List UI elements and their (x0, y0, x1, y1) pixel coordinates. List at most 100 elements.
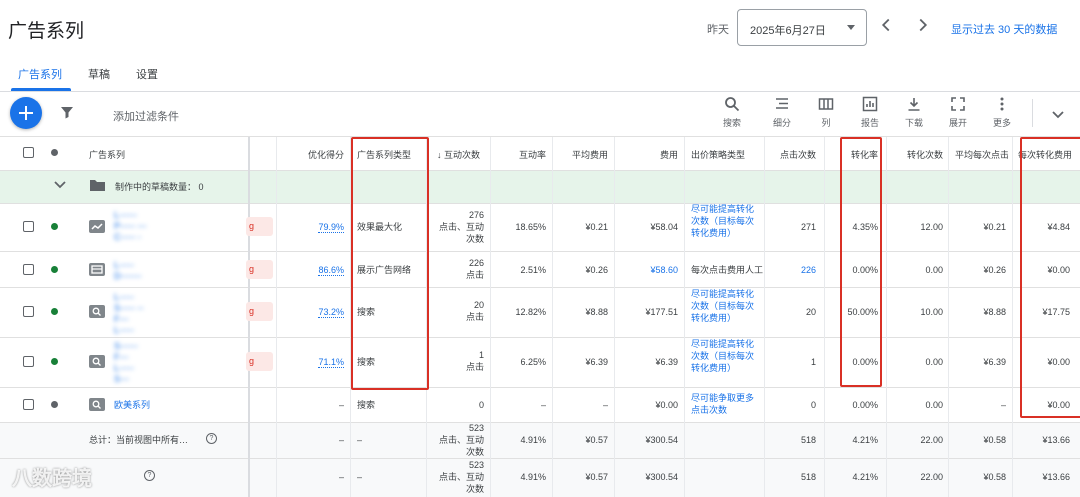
status-warning-badge[interactable]: g (246, 352, 273, 371)
folder-icon (90, 180, 105, 191)
campaign-name-link[interactable]: L----- D------- (114, 260, 141, 282)
help-icon[interactable]: ? (206, 433, 217, 444)
col-header-campaign[interactable]: 广告系列 (89, 148, 125, 161)
col-header-bid-strategy[interactable]: 出价策略类型 (691, 148, 763, 161)
campaign-name-link[interactable]: L------ P----- --- C----- - (114, 210, 146, 243)
cost[interactable]: ¥58.60 (618, 264, 678, 276)
help-icon[interactable]: ? (144, 470, 155, 481)
interaction-rate: 12.82% (515, 307, 546, 317)
display-icon (89, 263, 105, 276)
bid-strategy-link[interactable]: 尽可能提高转化次数（目标每次转化费用） (691, 288, 757, 324)
search-campaign-icon (89, 355, 105, 368)
status-warning-badge[interactable]: g (246, 217, 273, 236)
add-campaign-button[interactable] (10, 97, 42, 129)
status-enabled-icon[interactable] (51, 308, 58, 315)
total-clicks: 518 (800, 472, 816, 482)
optimization-score[interactable]: 71.1% (290, 356, 344, 368)
toolbar-search-label: 搜索 (722, 118, 741, 128)
row-checkbox[interactable] (23, 356, 34, 367)
total-cost: ¥300.54 (645, 472, 678, 482)
status-enabled-icon[interactable] (51, 266, 58, 273)
watermark-logo: 八数跨境 (12, 468, 92, 490)
toolbar-search-button[interactable]: 搜索 (712, 96, 752, 129)
col-divider (276, 137, 277, 497)
avg-cpc: ¥6.39 (983, 357, 1006, 367)
col-header-interaction-rate[interactable]: 互动率 (500, 148, 546, 161)
campaign-name-link[interactable]: 欧美系列 (114, 399, 150, 411)
avg-cpc: ¥0.21 (983, 222, 1006, 232)
clicks: 271 (800, 222, 816, 232)
search-campaign-icon (89, 398, 105, 411)
status-enabled-icon[interactable] (51, 223, 58, 230)
cost: ¥177.51 (645, 307, 678, 317)
clicks[interactable]: 226 (768, 264, 816, 276)
tab-campaigns[interactable]: 广告系列 (18, 66, 62, 82)
col-header-clicks[interactable]: 点击次数 (768, 148, 816, 161)
bid-strategy-text[interactable]: 每次点击费用人工出价 (691, 264, 763, 276)
toolbar-columns-label: 列 (821, 118, 831, 128)
toolbar-columns-button[interactable]: 列 (806, 96, 846, 129)
clicks: 20 (805, 307, 816, 317)
row-checkbox[interactable] (23, 399, 34, 410)
interaction-rate: 18.65% (515, 222, 546, 232)
toolbar-expand-label: 展开 (948, 118, 967, 128)
col-header-cost[interactable]: 费用 (620, 148, 678, 161)
total-interaction-rate: 4.91% (520, 472, 546, 482)
total-row-label: 总计：当前视图中所有… (89, 435, 189, 445)
row-checkbox[interactable] (23, 306, 34, 317)
row-checkbox[interactable] (23, 221, 34, 232)
toolbar-divider (1032, 99, 1033, 127)
campaign-name-link[interactable]: L----- S----- -- F--- L----- (114, 292, 143, 336)
col-header-avg-cost[interactable]: 平均费用 (556, 148, 608, 161)
add-filter-text[interactable]: 添加过滤条件 (113, 108, 179, 124)
status-warning-badge[interactable]: g (246, 302, 273, 321)
tab-drafts[interactable]: 草稿 (88, 66, 110, 82)
row-checkbox[interactable] (23, 264, 34, 275)
total-conversions: 22.00 (920, 472, 943, 482)
toolbar-report-button[interactable]: 报告 (850, 96, 890, 129)
previous-period-button[interactable] (875, 14, 897, 36)
toolbar-segment-button[interactable]: 细分 (762, 96, 802, 129)
interactions-value: 0 (478, 400, 484, 410)
draft-count-text: 制作中的草稿数量： 0 (115, 182, 204, 192)
total-conv-rate: 4.21% (852, 435, 878, 445)
col-header-interactions[interactable]: ↓ 互动次数 (437, 148, 485, 161)
date-range-select[interactable]: 2025年6月27日 (737, 9, 867, 46)
table-top-border (0, 136, 1080, 137)
filter-icon[interactable] (59, 104, 75, 120)
optimization-score[interactable]: 86.6% (290, 264, 344, 276)
collapse-toolbar-button[interactable] (1050, 106, 1066, 122)
optimization-score[interactable]: 79.9% (290, 221, 344, 233)
total-clicks: 518 (800, 435, 816, 445)
col-header-avg-cpc[interactable]: 平均每次点击 (955, 148, 1008, 161)
tabs-divider (0, 91, 1080, 92)
next-period-button[interactable] (912, 14, 934, 36)
show-30-days-link[interactable]: 显示过去 30 天的数据 (951, 21, 1057, 37)
status-enabled-icon[interactable] (51, 358, 58, 365)
select-all-checkbox[interactable] (23, 147, 34, 158)
campaign-name-link[interactable]: S------ F--- L----- S--- (114, 341, 138, 385)
col-header-score[interactable]: 优化得分 (290, 148, 344, 161)
optimization-score[interactable]: 73.2% (290, 306, 344, 318)
row-divider (0, 203, 1080, 204)
status-warning-badge[interactable]: g (246, 260, 273, 279)
conversions: 0.00 (925, 265, 943, 275)
status-removed-icon[interactable] (51, 401, 58, 408)
col-divider (684, 137, 685, 497)
chevron-down-icon[interactable] (53, 180, 67, 190)
toolbar-expand-button[interactable]: 展开 (938, 96, 978, 129)
avg-cost: ¥8.88 (585, 307, 608, 317)
total-interaction-rate: 4.91% (520, 435, 546, 445)
columns-icon (818, 98, 834, 110)
col-header-conversions[interactable]: 转化次数 (890, 148, 943, 161)
bid-strategy-link[interactable]: 尽可能提高转化次数（目标每次转化费用） (691, 338, 757, 374)
tab-settings[interactable]: 设置 (136, 66, 158, 82)
toolbar-segment-label: 细分 (772, 118, 791, 128)
bid-strategy-link[interactable]: 尽可能提高转化次数（目标每次转化费用） (691, 203, 757, 239)
bid-strategy-link[interactable]: 尽可能争取更多点击次数 (691, 392, 757, 416)
row-divider (0, 387, 1080, 388)
report-icon (862, 96, 878, 112)
col-divider (490, 137, 491, 497)
toolbar-download-button[interactable]: 下载 (894, 96, 934, 129)
toolbar-more-button[interactable]: 更多 (982, 96, 1022, 129)
